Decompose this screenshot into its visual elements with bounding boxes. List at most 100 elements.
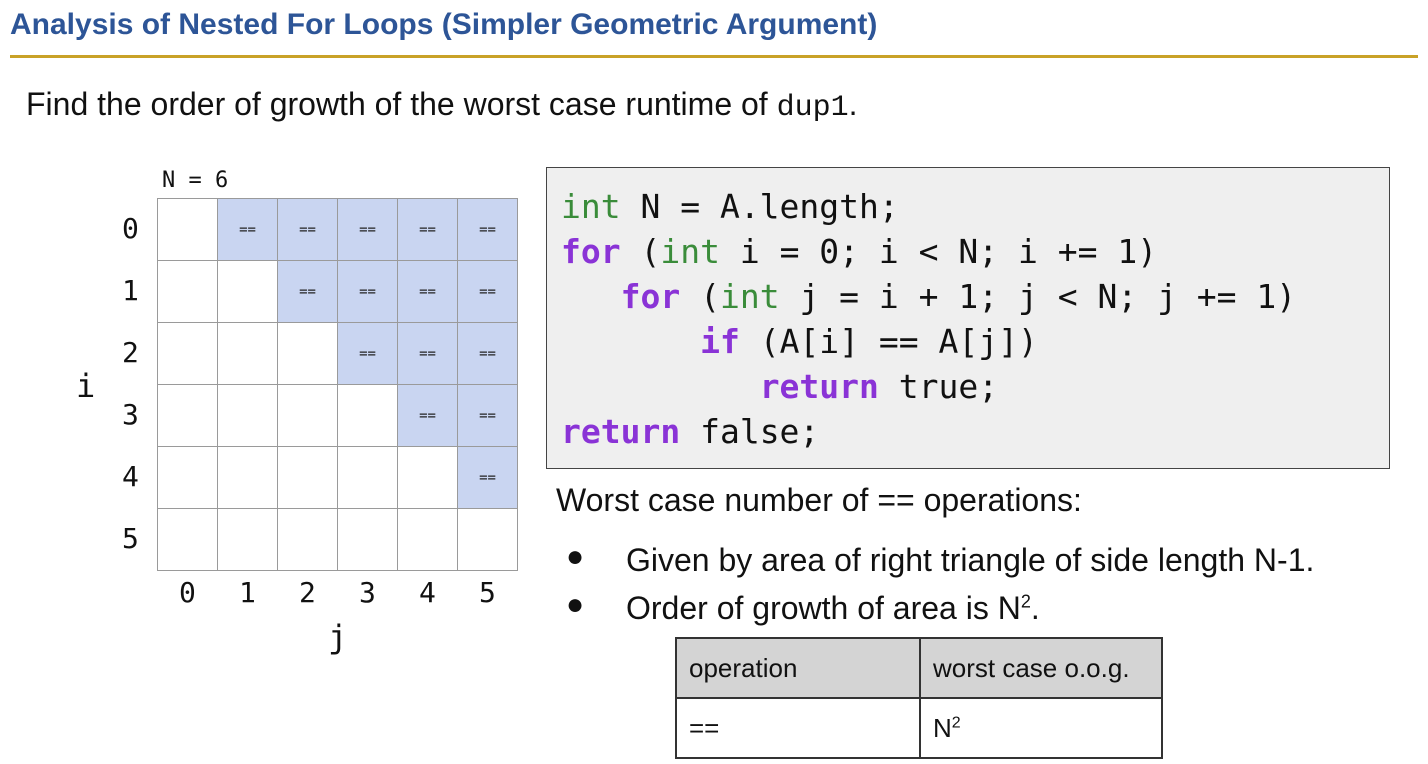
code-control-keyword: return [759, 367, 879, 406]
grid-size-label: N = 6 [162, 168, 229, 193]
col-label: 1 [239, 576, 256, 609]
code-line: int N = A.length; [561, 184, 1375, 229]
cell-oog-base: N [933, 712, 952, 743]
bullet-text-prefix: Order of growth of area is N [626, 590, 1021, 626]
grid-cell-empty [277, 446, 338, 509]
table-row: == N2 [675, 697, 1163, 759]
code-line: return true; [561, 364, 1375, 409]
row-label: 0 [122, 212, 139, 245]
grid-cell-compared: == [397, 198, 458, 261]
code-text: N = A.length; [620, 187, 899, 226]
grid-cell-compared: == [397, 260, 458, 323]
grid-cell-empty [337, 508, 398, 571]
code-type-keyword: int [719, 277, 780, 316]
col-label: 3 [359, 576, 376, 609]
table-header-row: operation worst case o.o.g. [675, 637, 1163, 699]
worst-case-heading: Worst case number of == operations: [556, 482, 1082, 518]
code-control-keyword: for [561, 232, 621, 271]
grid-cell-empty [217, 446, 278, 509]
bullet-text: Order of growth of area is N2. [626, 590, 1040, 627]
order-of-growth-table: operation worst case o.o.g. == N2 [675, 637, 1163, 759]
question-text: Find the order of growth of the worst ca… [26, 86, 857, 125]
code-text: j = i + 1; j < N; j += 1) [779, 277, 1297, 316]
code-text: i = 0; i < N; i += 1) [719, 232, 1158, 271]
code-text: false; [680, 412, 820, 451]
grid-cell-compared: == [457, 322, 518, 385]
grid-cell-empty [157, 508, 218, 571]
grid-cell-empty [157, 446, 218, 509]
grid-cell-compared: == [457, 446, 518, 509]
question-suffix: . [848, 86, 858, 122]
grid-cell-compared: == [277, 198, 338, 261]
grid-cell-compared: == [397, 384, 458, 447]
grid-cell-empty [457, 508, 518, 571]
header-operation: operation [675, 637, 921, 699]
header-worst-case: worst case o.o.g. [919, 637, 1163, 699]
grid-cell-empty [157, 260, 218, 323]
code-line: if (A[i] == A[j]) [561, 319, 1375, 364]
code-block: int N = A.length; for (int i = 0; i < N; … [546, 167, 1390, 469]
grid-cell-empty [157, 384, 218, 447]
grid-cell-compared: == [337, 322, 398, 385]
row-label: 4 [122, 460, 139, 493]
title-divider [10, 55, 1418, 58]
code-text: true; [878, 367, 999, 406]
grid-cell-empty [277, 322, 338, 385]
col-axis-label: j [328, 618, 348, 656]
bullet-dot: ● [566, 540, 585, 573]
col-label: 2 [299, 576, 316, 609]
col-label: 0 [179, 576, 196, 609]
grid-cell-compared: == [337, 260, 398, 323]
grid-cell-empty [277, 508, 338, 571]
grid-cell-compared: == [397, 322, 458, 385]
question-prefix: Find the order of growth of the worst ca… [26, 86, 777, 122]
question-code: dup1 [776, 91, 849, 125]
code-control-keyword: for [620, 277, 681, 316]
grid-cell-empty [217, 260, 278, 323]
code-line: for (int j = i + 1; j < N; j += 1) [561, 274, 1375, 319]
grid-cell-compared: == [217, 198, 278, 261]
code-text: ( [680, 277, 720, 316]
bullet-exponent: 2 [1020, 591, 1031, 612]
grid-cell-empty [337, 384, 398, 447]
grid-cell-compared: == [457, 260, 518, 323]
col-label: 4 [419, 576, 436, 609]
code-control-keyword: return [561, 412, 681, 451]
slide-title: Analysis of Nested For Loops (Simpler Ge… [10, 8, 878, 41]
grid-cell-compared: == [337, 198, 398, 261]
cell-oog-exponent: 2 [951, 713, 961, 731]
bullet-text-suffix: . [1030, 590, 1040, 626]
row-label: 3 [122, 398, 139, 431]
bullet-dot: ● [566, 588, 585, 621]
grid-cell-empty [217, 384, 278, 447]
grid-cell-empty [157, 198, 218, 261]
col-label: 5 [479, 576, 496, 609]
grid-cell-compared: == [277, 260, 338, 323]
code-type-keyword: int [561, 187, 621, 226]
row-label: 2 [122, 336, 139, 369]
grid-cell-empty [157, 322, 218, 385]
row-axis-label: i [76, 367, 96, 405]
grid-cell-empty [397, 446, 458, 509]
grid-cell-empty [217, 322, 278, 385]
row-label: 1 [122, 274, 139, 307]
grid-cell-empty [397, 508, 458, 571]
code-control-keyword: if [700, 322, 740, 361]
row-label: 5 [122, 522, 139, 555]
grid-cell-compared: == [457, 198, 518, 261]
grid-cell-empty [337, 446, 398, 509]
code-text: (A[i] == A[j]) [739, 322, 1038, 361]
code-text: ( [620, 232, 661, 271]
grid-cell-empty [217, 508, 278, 571]
grid-cell-empty [277, 384, 338, 447]
code-type-keyword: int [660, 232, 720, 271]
bullet-text: Given by area of right triangle of side … [626, 542, 1315, 578]
cell-operation: == [675, 697, 921, 759]
code-line: for (int i = 0; i < N; i += 1) [561, 229, 1375, 274]
cell-worst-case: N2 [919, 697, 1163, 759]
code-line: return false; [561, 409, 1375, 454]
grid-cell-compared: == [457, 384, 518, 447]
